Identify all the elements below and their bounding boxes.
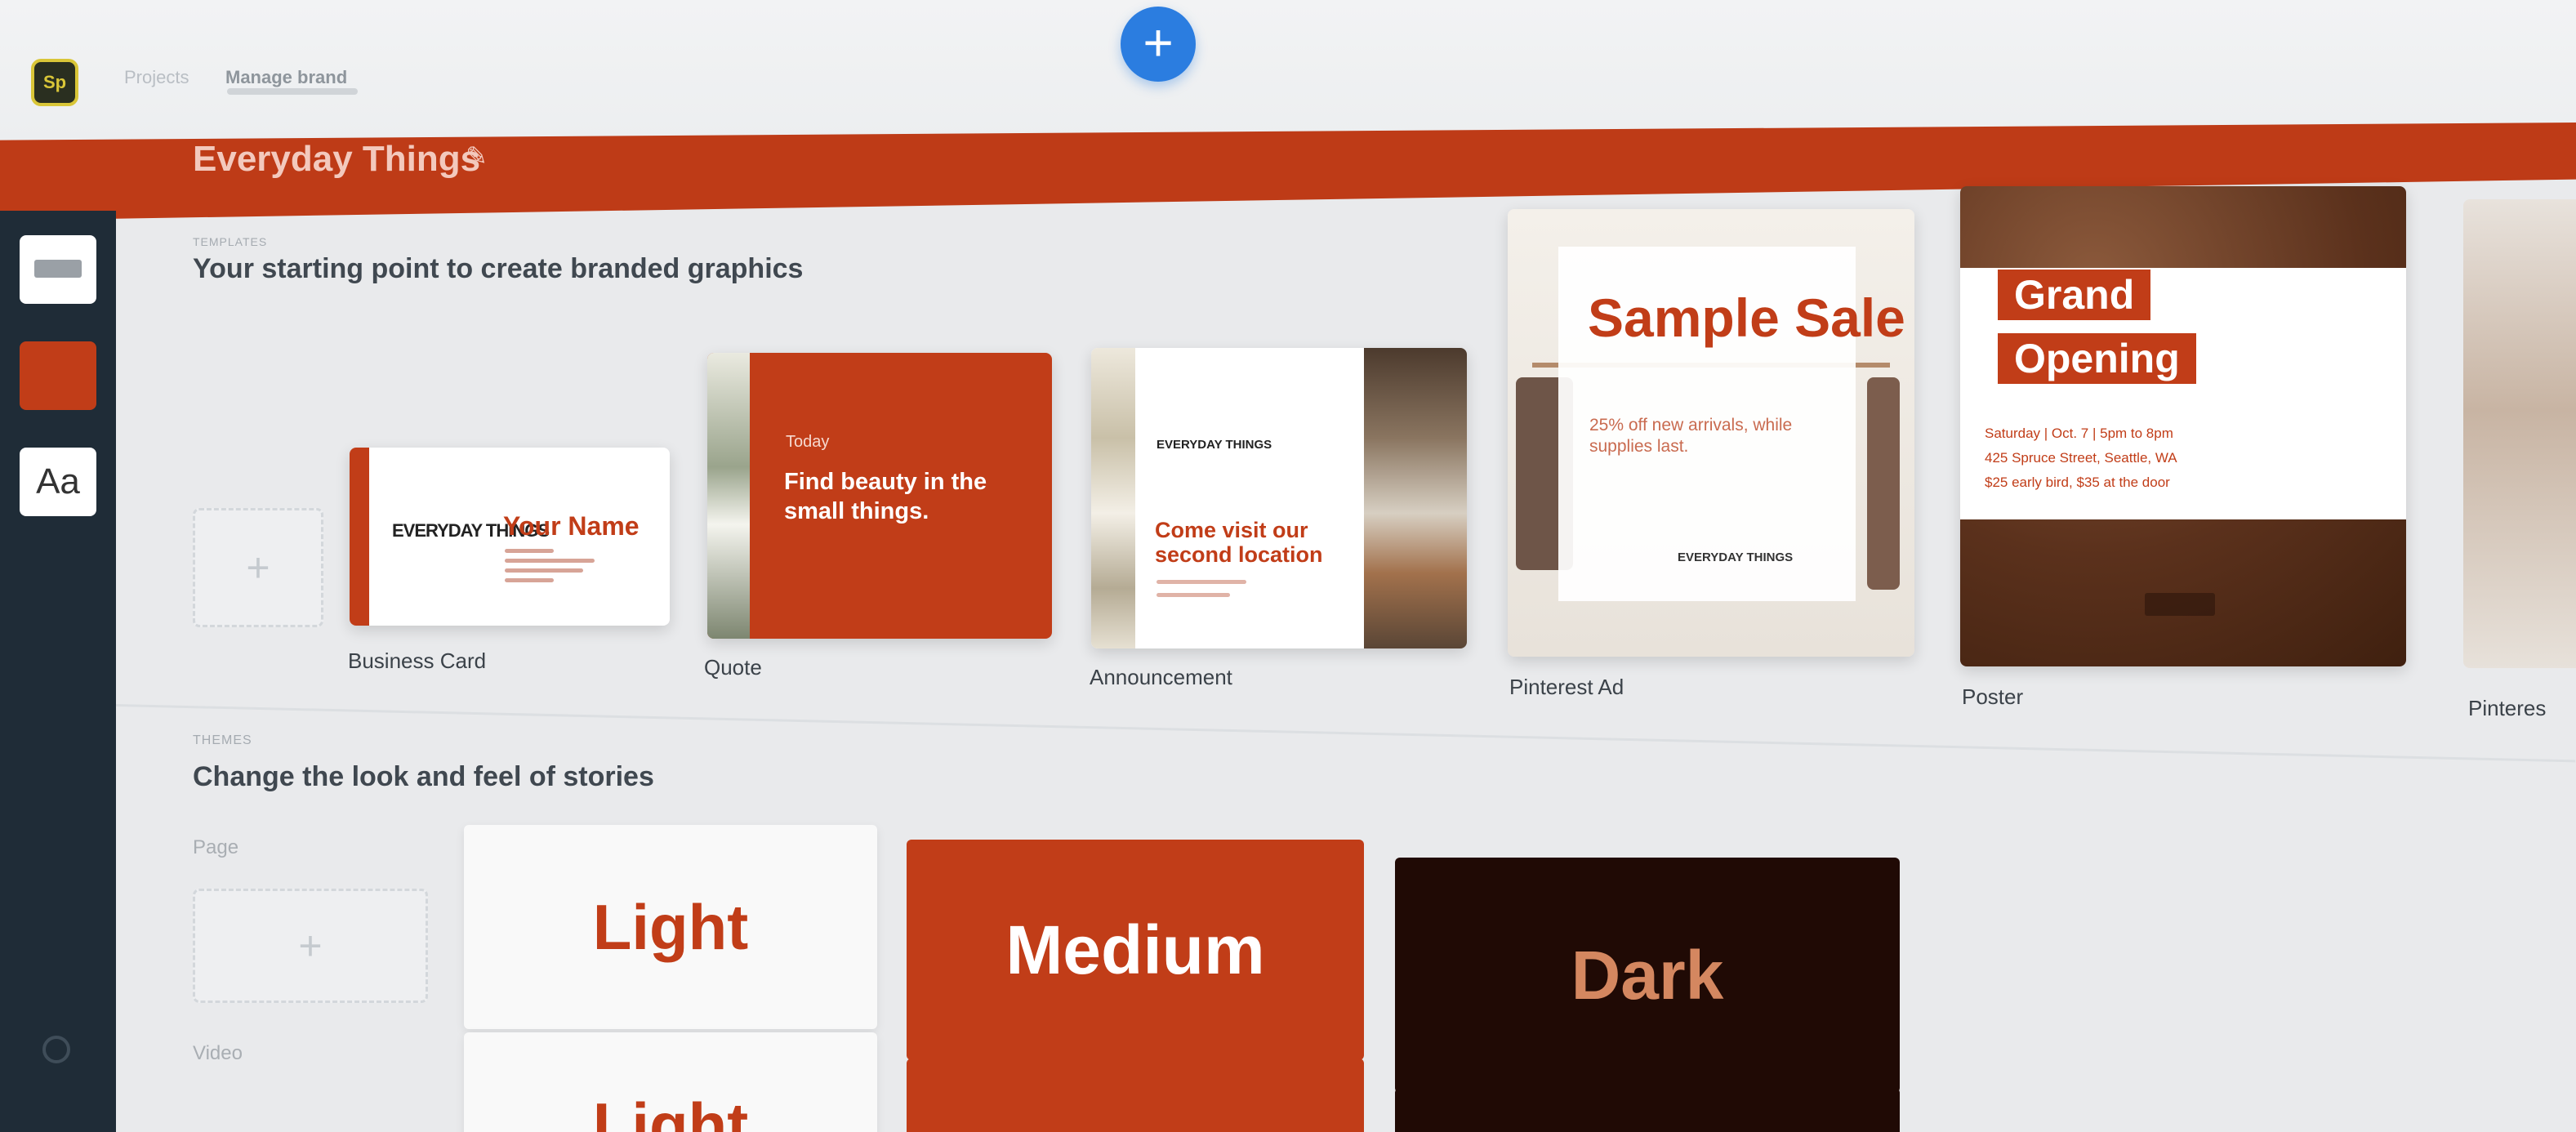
template-label: Business Card [348,648,487,673]
sidebar-item-typography[interactable]: Aa [20,448,96,516]
poster-detail-line: 425 Spruce Street, Seattle, WA [1985,450,2177,466]
template-quote[interactable]: Today Find beauty in the small things. [707,353,1052,639]
add-button[interactable]: + [1121,7,1196,82]
poster-headline: Opening [1998,333,2196,384]
sidebar-item-color[interactable] [20,341,96,410]
brand-mark: EVERYDAY THINGS [1157,438,1272,452]
announcement-headline: Come visit our second location [1155,518,1323,567]
pencil-icon[interactable]: ✎ [466,140,495,171]
poster-details: Saturday | Oct. 7 | 5pm to 8pm 425 Spruc… [1985,421,2328,495]
template-announcement[interactable]: EVERYDAY THINGS Come visit our second lo… [1091,348,1467,648]
text-line [1157,593,1230,597]
template-label: Poster [1962,684,2024,709]
section-divider [115,704,2576,763]
app-logo-icon[interactable]: Sp [31,59,78,106]
sidebar-item-logo[interactable] [20,235,96,304]
themes-title: Change the look and feel of stories [193,761,654,792]
poster-headline: Grand [1998,270,2151,320]
settings-icon[interactable] [42,1036,70,1063]
breadcrumb-current: Manage brand [225,67,348,87]
template-label: Pinteres [2468,696,2547,720]
theme-dark[interactable]: Dark [1395,858,1900,1093]
templates-section-label: TEMPLATES [193,235,268,248]
flower-photo [1091,348,1135,648]
poster-detail-line: Saturday | Oct. 7 | 5pm to 8pm [1985,426,2173,441]
template-pinterest-ad[interactable]: Sample Sale 25% off new arrivals, while … [1508,209,1914,657]
theme-light[interactable]: Light [464,825,877,1029]
template-pinterest-2[interactable] [2463,199,2576,668]
add-template-button[interactable]: + [193,508,323,627]
theme-row-label: Video [193,1042,243,1064]
breadcrumb-projects[interactable]: Projects [124,67,189,88]
ad-headline: Sample Sale [1588,287,1905,348]
template-label: Quote [704,655,762,680]
plus-icon: + [1143,13,1174,72]
brand-mark: EVERYDAY THINGS [1678,550,1794,564]
card-headline: Your Name [503,511,640,541]
template-business-card[interactable]: EVERYDAY THINGS Your Name [350,448,670,626]
plus-icon: + [298,923,323,969]
text-line [1157,580,1246,584]
brand-mark-icon [2145,593,2215,616]
brand-name[interactable]: Everyday Things [193,139,480,180]
templates-title: Your starting point to create branded gr… [193,253,804,284]
theme-row-label: Page [193,836,239,858]
add-theme-button[interactable]: + [193,889,428,1003]
plus-icon: + [246,545,270,591]
text-line [505,559,595,563]
quote-text: Find beauty in the small things. [784,469,987,524]
template-label: Pinterest Ad [1509,675,1624,699]
theme-dark-video[interactable] [1395,1088,1900,1132]
card-stripe [350,448,369,626]
text-line [505,568,583,573]
theme-medium[interactable]: Medium [907,840,1364,1060]
breadcrumb-subtitle [227,88,358,95]
themes-section-label: THEMES [193,733,252,747]
bakery-photo [1364,348,1467,648]
template-label: Announcement [1090,665,1232,689]
template-poster[interactable]: Grand Opening Saturday | Oct. 7 | 5pm to… [1960,186,2406,666]
top-bar: Sp Projects Manage brand + [0,0,2576,147]
poster-detail-line: $25 early bird, $35 at the door [1985,475,2170,490]
text-line [505,549,554,553]
text-line [505,578,554,582]
quote-kicker: Today [786,433,830,451]
theme-medium-video[interactable] [907,1058,1364,1132]
clothing-item [1867,377,1900,590]
theme-light-video[interactable]: Light [464,1032,877,1132]
ad-subtext: 25% off new arrivals, while supplies las… [1589,416,1793,456]
flower-photo [707,353,750,639]
